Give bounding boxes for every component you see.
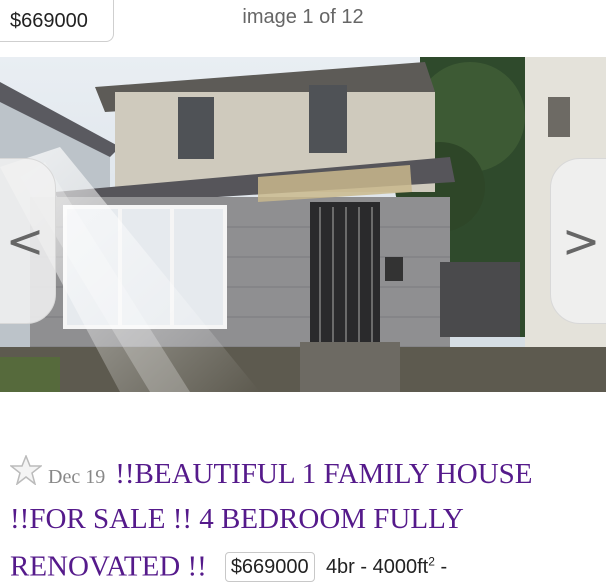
listing-date: Dec 19 [48, 466, 106, 488]
area-suffix: - [440, 555, 448, 578]
area-superscript: 2 [428, 554, 435, 568]
area-prefix: - 4000ft [360, 555, 429, 578]
listing-photo[interactable] [0, 57, 606, 392]
bedrooms: 4br [325, 555, 355, 578]
housing-info: 4br - 4000ft2 - [325, 554, 448, 578]
listing-price: $669000 [224, 551, 315, 582]
previous-image-button[interactable]: < [0, 158, 56, 324]
house-photo-image [0, 57, 606, 392]
image-counter: image 1 of 12 [242, 6, 364, 28]
next-image-button[interactable]: > [550, 158, 606, 324]
listing-row: Dec 19 !!BEAUTIFUL 1 FAMILY HOUSE !!FOR S… [8, 453, 600, 588]
favorite-star-icon[interactable] [8, 453, 44, 497]
